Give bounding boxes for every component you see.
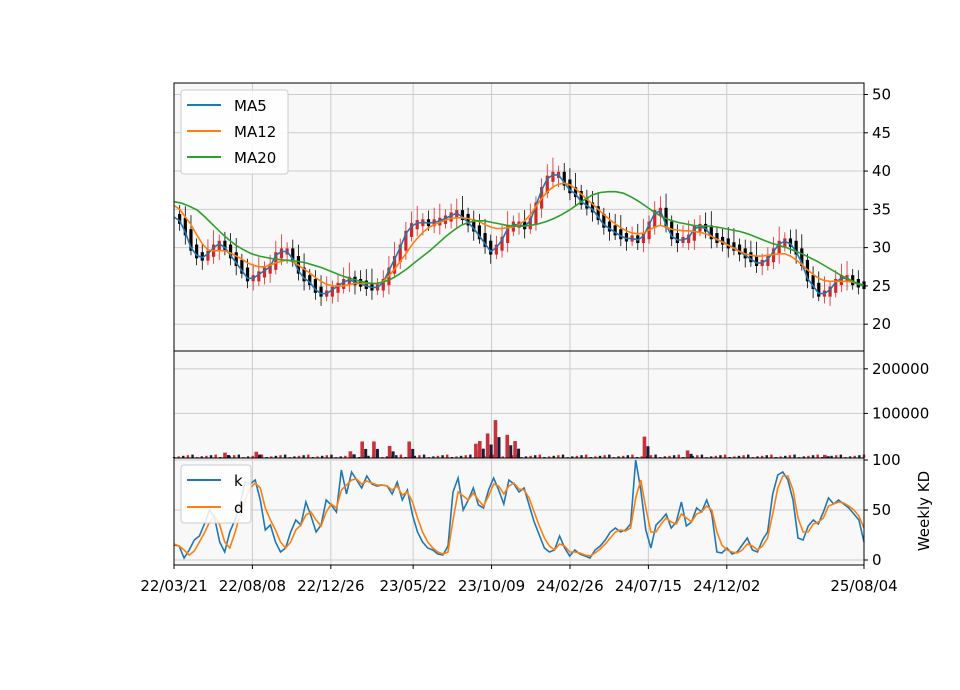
volume-bar	[352, 454, 356, 458]
volume-bar	[561, 454, 565, 458]
volume-bar	[254, 451, 259, 458]
candle-body	[245, 267, 250, 282]
volume-bar	[469, 454, 472, 458]
volume-bar	[422, 454, 426, 458]
x-tick-label: 24/07/15	[615, 577, 682, 595]
volume-bar	[411, 448, 415, 458]
volume-bar	[387, 445, 392, 458]
price-y-tick-label: 50	[872, 85, 891, 103]
legend-label-ma12: MA12	[234, 123, 276, 141]
volume-bar	[360, 441, 364, 458]
volume-y-tick-label: 200000	[872, 360, 929, 378]
volume-bar	[497, 437, 501, 458]
x-tick-label: 22/08/08	[219, 577, 286, 595]
volume-bar	[723, 454, 727, 458]
volume-bar	[372, 441, 376, 458]
volume-bar	[375, 448, 379, 458]
volume-bar	[258, 454, 262, 458]
volume-panel	[174, 351, 864, 458]
volume-bar	[517, 448, 521, 458]
volume-bar	[477, 441, 482, 458]
volume-bar	[191, 454, 194, 458]
legend-label-k: k	[234, 472, 243, 490]
stock-chart: 22/03/21 22/08/08 22/12/26 23/05/22 23/10/09…	[140, 82, 933, 595]
candle-body	[675, 233, 679, 244]
candle-body	[415, 220, 419, 230]
volume-bar	[509, 445, 513, 458]
candle-body	[449, 212, 453, 222]
volume-bar	[700, 454, 704, 458]
volume-bar	[485, 433, 490, 458]
volume-bar	[747, 454, 750, 458]
kd-y-tick-label: 50	[872, 501, 891, 519]
candle-body	[319, 286, 323, 297]
volume-bar	[689, 453, 693, 458]
candle-body	[551, 171, 555, 182]
legend-label-d: d	[234, 499, 244, 517]
x-tick-label: 23/10/09	[458, 577, 525, 595]
candle-body	[754, 256, 759, 267]
volume-y-tick-label: 100000	[872, 404, 929, 422]
volume-bar	[407, 441, 412, 458]
volume-bar	[481, 448, 485, 458]
x-tick-label: 22/03/21	[140, 577, 207, 595]
volume-bar	[513, 441, 517, 458]
volume-bar	[538, 454, 542, 458]
x-tick-label: 23/05/22	[379, 577, 446, 595]
volume-bar	[474, 443, 478, 458]
volume-bar	[839, 454, 843, 458]
volume-bar	[608, 454, 611, 458]
price-y-tick-label: 45	[872, 124, 891, 142]
kd-y-tick-label: 0	[872, 551, 882, 569]
volume-bar	[237, 454, 241, 458]
volume-bar	[283, 454, 287, 458]
price-legend: MA5 MA12 MA20	[180, 89, 289, 175]
volume-bar	[489, 444, 493, 458]
candle-body	[342, 279, 346, 289]
price-y-tick-label: 25	[872, 277, 891, 295]
volume-bar	[685, 450, 690, 458]
volume-bar	[631, 454, 634, 458]
x-tick-label: 24/12/02	[693, 577, 760, 595]
volume-bar	[391, 451, 395, 458]
volume-bar	[646, 446, 650, 458]
volume-bar	[446, 454, 449, 458]
legend-label-ma5: MA5	[234, 97, 267, 115]
legend-label-ma20: MA20	[234, 149, 276, 167]
volume-bar	[223, 452, 227, 458]
volume-bar	[330, 454, 333, 458]
x-tick-label: 24/02/26	[536, 577, 603, 595]
volume-bar	[505, 434, 510, 458]
kd-y-axis-label: Weekly KD	[915, 471, 933, 551]
candle-body	[279, 248, 284, 259]
volume-bar	[364, 448, 368, 458]
kd-legend: k d	[180, 464, 252, 524]
price-y-tick-label: 40	[872, 162, 891, 180]
volume-bar	[493, 420, 498, 458]
candle-body	[726, 238, 730, 249]
volume-bar	[816, 454, 819, 458]
candle-body	[817, 282, 821, 297]
volume-bar	[654, 454, 657, 458]
volume-bar	[770, 454, 773, 458]
price-y-tick-label: 30	[872, 239, 891, 257]
volume-bar	[214, 454, 217, 458]
volume-bar	[793, 454, 796, 458]
volume-bar	[677, 454, 680, 458]
kd-panel	[174, 458, 864, 565]
volume-bar	[642, 436, 647, 458]
price-y-tick-label: 20	[872, 315, 891, 333]
kd-y-tick-label: 100	[872, 451, 901, 469]
candle-body	[619, 229, 623, 240]
volume-bar	[584, 454, 588, 458]
volume-bar	[348, 451, 353, 458]
price-y-tick-label: 35	[872, 200, 891, 218]
x-tick-label: 22/12/26	[297, 577, 364, 595]
volume-bar	[307, 454, 310, 458]
volume-bar	[399, 454, 403, 458]
candle-body	[217, 240, 221, 251]
x-tick-label: 25/08/04	[830, 577, 897, 595]
